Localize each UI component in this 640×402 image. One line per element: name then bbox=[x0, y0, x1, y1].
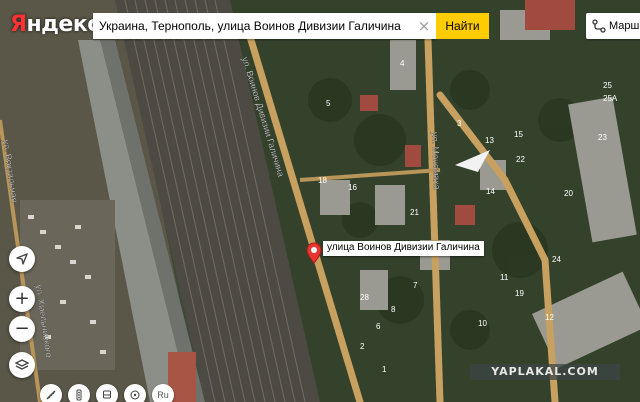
route-icon bbox=[592, 19, 606, 33]
satellite-map[interactable]: ул. Воинов Дивизии Галичина ул. Мономаха… bbox=[0, 0, 640, 402]
house-number: 25А bbox=[603, 94, 618, 103]
house-number: 24 bbox=[552, 255, 561, 264]
ruler-icon bbox=[46, 390, 56, 400]
transport-button[interactable] bbox=[96, 384, 118, 402]
house-number: 1 bbox=[382, 365, 387, 374]
house-number: 3 bbox=[457, 119, 462, 128]
layers-button[interactable] bbox=[9, 352, 35, 378]
route-label: Марш bbox=[609, 20, 640, 32]
house-number: 22 bbox=[516, 155, 525, 164]
bus-icon bbox=[103, 390, 111, 399]
clear-icon[interactable]: × bbox=[415, 17, 433, 35]
house-number: 28 bbox=[360, 293, 369, 302]
house-number: 20 bbox=[564, 189, 573, 198]
house-number: 21 bbox=[410, 208, 419, 217]
ruler-button[interactable] bbox=[40, 384, 62, 402]
yandex-logo[interactable]: Яндекс bbox=[10, 12, 100, 37]
pin-label[interactable]: улица Воинов Дивизии Галичина bbox=[323, 241, 484, 256]
house-number: 7 bbox=[413, 281, 418, 290]
house-number: 6 bbox=[376, 322, 381, 331]
layers-icon bbox=[15, 359, 29, 370]
traffic-light-icon bbox=[76, 389, 82, 401]
zoom-in-button[interactable]: + bbox=[9, 286, 35, 312]
house-number: 2 bbox=[360, 342, 365, 351]
house-number: 14 bbox=[486, 187, 495, 196]
house-number: 18 bbox=[318, 176, 327, 185]
search-bar: × Найти bbox=[93, 13, 489, 39]
house-number: 23 bbox=[598, 133, 607, 142]
search-input[interactable] bbox=[93, 13, 436, 39]
house-number: 25 bbox=[603, 81, 612, 90]
house-number: 12 bbox=[545, 313, 554, 322]
house-number: 16 bbox=[348, 183, 357, 192]
house-number: 11 bbox=[500, 273, 509, 282]
house-number: 8 bbox=[391, 305, 396, 314]
traffic-button[interactable] bbox=[68, 384, 90, 402]
route-button[interactable]: Марш bbox=[586, 13, 640, 39]
language-button[interactable]: Ru bbox=[152, 384, 174, 402]
house-number: 13 bbox=[485, 136, 494, 145]
find-button[interactable]: Найти bbox=[436, 13, 489, 39]
navigation-arrow-icon bbox=[16, 253, 28, 265]
house-number: 4 bbox=[400, 59, 405, 68]
house-number: 19 bbox=[515, 289, 524, 298]
house-number: 15 bbox=[514, 130, 523, 139]
panorama-icon bbox=[130, 390, 140, 400]
zoom-out-button[interactable]: − bbox=[9, 316, 35, 342]
logo-first-letter: Я bbox=[10, 12, 27, 37]
street-label: ул. Мономаха bbox=[430, 132, 442, 190]
house-number: 10 bbox=[478, 319, 487, 328]
watermark: YAPLAKAL.COM bbox=[470, 364, 620, 380]
logo-rest: ндекс bbox=[26, 12, 100, 37]
panorama-button[interactable] bbox=[124, 384, 146, 402]
house-number: 5 bbox=[326, 99, 331, 108]
map-pin-icon[interactable] bbox=[306, 242, 322, 264]
bottom-toolbar: Ru bbox=[40, 384, 174, 402]
locate-button[interactable] bbox=[9, 246, 35, 272]
